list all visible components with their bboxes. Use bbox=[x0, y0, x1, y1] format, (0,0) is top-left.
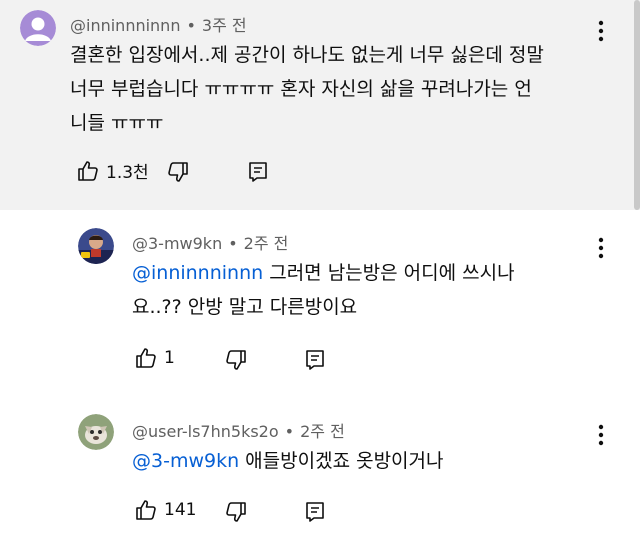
scrollbar[interactable] bbox=[634, 0, 640, 210]
mention-link[interactable]: @inninnninnn bbox=[132, 262, 263, 284]
comment-meta: @inninnninnn • 3주 전 bbox=[70, 12, 247, 36]
comment-thread: @inninnninnn • 3주 전 결혼한 입장에서..제 공간이 하나도 없는… bbox=[0, 0, 640, 556]
reply-button[interactable] bbox=[246, 160, 270, 184]
comment-line: 결혼한 입장에서..제 공간이 하나도 없는게 너무 싫은데 정말 bbox=[70, 44, 544, 66]
comment-meta: @user-ls7hn5ks2o • 2주 전 bbox=[132, 418, 345, 442]
comment-text: @3-mw9kn 애들방이겠죠 옷방이거나 bbox=[132, 444, 444, 478]
thumbs-up-icon bbox=[78, 160, 98, 181]
like-button[interactable]: 1 bbox=[134, 346, 175, 370]
more-vert-icon[interactable] bbox=[593, 424, 609, 446]
reply-icon bbox=[249, 162, 267, 182]
dislike-button[interactable] bbox=[224, 500, 248, 524]
comment-line: @3-mw9kn 애들방이겠죠 옷방이거나 bbox=[132, 444, 444, 478]
comment-text: @inninnninnn 그러면 남는방은 어디에 쓰시나 요..?? 안방 말… bbox=[132, 256, 515, 324]
meta-separator: • bbox=[228, 234, 238, 253]
timestamp[interactable]: 3주 전 bbox=[202, 16, 247, 35]
avatar[interactable] bbox=[20, 10, 56, 46]
comment-meta: @3-mw9kn • 2주 전 bbox=[132, 230, 288, 254]
thumbs-up-icon bbox=[136, 500, 156, 520]
timestamp[interactable]: 2주 전 bbox=[300, 422, 345, 441]
comment-line-text: 그러면 남는방은 어디에 쓰시나 bbox=[263, 262, 515, 284]
like-button[interactable]: 1.3천 bbox=[76, 158, 149, 183]
meta-separator: • bbox=[186, 16, 196, 35]
author-name[interactable]: @3-mw9kn bbox=[132, 234, 222, 253]
comment-main: @inninnninnn • 3주 전 결혼한 입장에서..제 공간이 하나도 없는… bbox=[0, 0, 640, 210]
more-vert-icon[interactable] bbox=[593, 20, 609, 42]
comment-line: 너무 부럽습니다 ㅠㅠㅠㅠ 혼자 자신의 삶을 꾸려나가는 언 bbox=[70, 78, 532, 100]
reply-button[interactable] bbox=[303, 348, 327, 372]
dislike-button[interactable] bbox=[166, 160, 190, 184]
user-photo-icon bbox=[78, 228, 114, 264]
like-count: 1.3천 bbox=[106, 163, 149, 183]
comment-line-text: 애들방이겠죠 옷방이거나 bbox=[239, 450, 444, 472]
author-name[interactable]: @inninnninnn bbox=[70, 16, 180, 35]
default-avatar-icon bbox=[20, 10, 56, 46]
comment-line: @inninnninnn 그러면 남는방은 어디에 쓰시나 bbox=[132, 256, 515, 290]
thumbs-down-icon bbox=[226, 350, 246, 370]
user-photo-icon bbox=[78, 414, 114, 450]
reply-button[interactable] bbox=[303, 500, 327, 524]
like-count: 141 bbox=[164, 500, 197, 520]
timestamp[interactable]: 2주 전 bbox=[244, 234, 289, 253]
author-name[interactable]: @user-ls7hn5ks2o bbox=[132, 422, 279, 441]
meta-separator: • bbox=[284, 422, 295, 441]
thumbs-down-icon bbox=[226, 502, 246, 522]
reply-icon bbox=[306, 502, 324, 522]
like-button[interactable]: 141 bbox=[134, 498, 196, 522]
comment-line: 요..?? 안방 말고 다른방이요 bbox=[132, 296, 358, 318]
reply-comment: @3-mw9kn • 2주 전 @inninnninnn 그러면 남는방은 어디에 … bbox=[0, 210, 640, 390]
like-count: 1 bbox=[164, 348, 175, 368]
reply-comment: @user-ls7hn5ks2o • 2주 전 @3-mw9kn 애들방이겠죠 옷방… bbox=[0, 390, 640, 556]
mention-link[interactable]: @3-mw9kn bbox=[132, 450, 239, 472]
comment-text: 결혼한 입장에서..제 공간이 하나도 없는게 너무 싫은데 정말 너무 부럽습… bbox=[70, 38, 544, 140]
more-vert-icon[interactable] bbox=[593, 237, 609, 259]
comment-line: 니들 ㅠㅠㅠ bbox=[70, 112, 164, 134]
thumbs-up-icon bbox=[136, 348, 156, 368]
reply-icon bbox=[306, 350, 324, 370]
thumbs-down-icon bbox=[168, 162, 188, 182]
avatar[interactable] bbox=[78, 228, 114, 264]
avatar[interactable] bbox=[78, 414, 114, 450]
dislike-button[interactable] bbox=[224, 348, 248, 372]
